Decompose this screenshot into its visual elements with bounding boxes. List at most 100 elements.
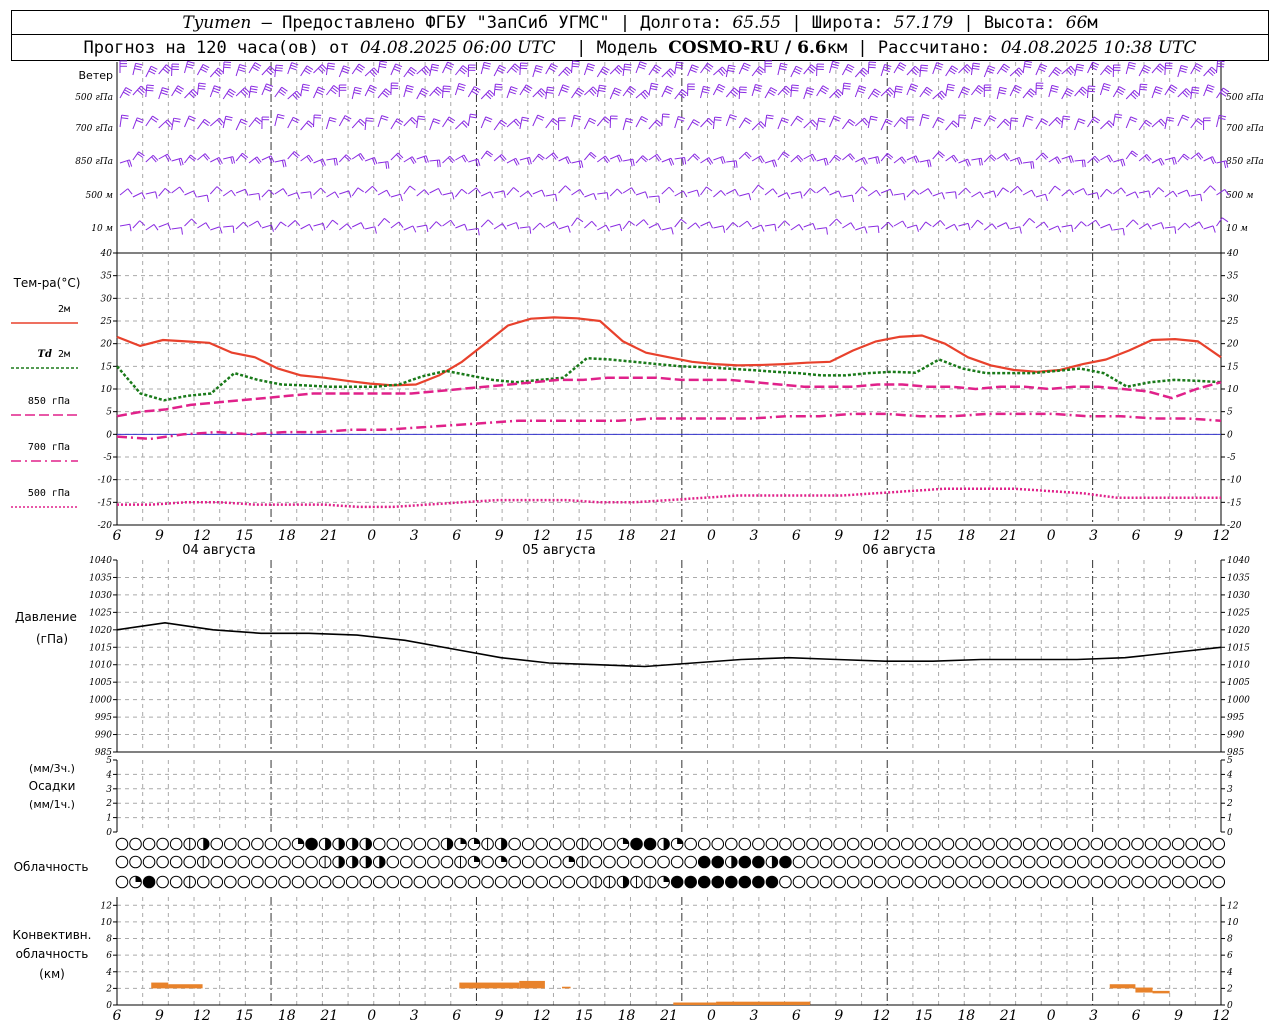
- wind-barb-flag: [1122, 228, 1125, 236]
- wind-barb-flag: [572, 63, 580, 65]
- wind-barb-flag: [1062, 118, 1070, 121]
- wind-barb-flag: [703, 85, 711, 89]
- wind-barb-flag: [458, 83, 466, 87]
- cloud-cover-circle: [548, 875, 562, 889]
- wind-barb: [1203, 185, 1211, 194]
- temp-x-tick: 9: [495, 528, 504, 544]
- conv-ytick-left: 6: [106, 951, 112, 961]
- temp-x-tick: 21: [999, 528, 1018, 544]
- wind-barb-flag: [250, 85, 258, 88]
- cloud-cover-mark: [298, 838, 304, 844]
- wind-barb-flag: [589, 117, 597, 122]
- meteogram-chart: Ветер 500 гПа 500 гПа 700 гПа 700 гПа 850 гПа…: [11, 60, 1264, 1024]
- cloud-cover-circle: [508, 855, 521, 869]
- wind-barb-flag: [895, 85, 903, 88]
- wind-barb: [597, 192, 608, 195]
- wind-barb-flag: [988, 65, 996, 69]
- wind-barb: [726, 160, 737, 163]
- wind-barb-flag: [418, 115, 426, 118]
- wind-barb-flag: [692, 121, 699, 126]
- wind-barb-flag: [782, 117, 789, 121]
- cloud-cover-circle: [1144, 875, 1158, 889]
- wind-barb-flag: [770, 87, 778, 92]
- wind-barb-flag: [482, 66, 490, 70]
- temp-x-tick: 12: [193, 528, 211, 544]
- wind-barb: [777, 85, 787, 96]
- wind-barb: [687, 119, 695, 131]
- cloud-cover-circle: [1049, 837, 1063, 851]
- wind-barb-flag: [572, 65, 580, 68]
- wind-barb-flag: [1081, 160, 1084, 168]
- wind-barb: [622, 85, 631, 97]
- wind-barb-flag: [864, 226, 868, 234]
- conv-x-tick: 21: [319, 1008, 338, 1024]
- wind-barb: [635, 191, 646, 196]
- wind-barb-flag: [1029, 217, 1036, 224]
- conv-x-tick: 18: [618, 1008, 636, 1024]
- wind-barb-flag: [722, 225, 726, 233]
- wind-barb-flag: [818, 120, 826, 123]
- wind-barb-flag: [598, 89, 606, 93]
- wind-barb-flag: [225, 115, 233, 119]
- wind-barb: [1100, 223, 1110, 229]
- wind-level-right: 700 гПа: [1226, 124, 1264, 134]
- wind-barb: [1022, 161, 1033, 164]
- temp-ytick-left: -15: [98, 498, 113, 508]
- cloud-cover-circle: [995, 855, 1009, 869]
- wind-barb-flag: [684, 157, 687, 165]
- wind-barb: [829, 89, 839, 99]
- wind-barb-flag: [921, 64, 929, 67]
- cloud-cover-circle: [400, 855, 413, 869]
- wind-barb-flag: [1010, 120, 1018, 122]
- wind-barb-flag: [1181, 116, 1189, 121]
- wind-barb-flag: [1115, 113, 1123, 116]
- wind-barb: [1022, 115, 1028, 128]
- precip-ytick-right: 5: [1227, 756, 1233, 766]
- cloud-cover-circle: [278, 875, 291, 889]
- wind-barb-flag: [791, 84, 799, 87]
- wind-barb-flag: [702, 90, 710, 94]
- wind-barb: [1022, 61, 1026, 74]
- wind-barb: [467, 187, 477, 195]
- wind-barb-flag: [1128, 61, 1137, 65]
- wind-barb-flag: [972, 65, 980, 68]
- wind-barb-flag: [343, 117, 351, 122]
- wind-barb: [1125, 150, 1133, 160]
- wind-barb-flag: [650, 85, 658, 88]
- wind-barb-flag: [232, 225, 235, 233]
- wind-barb-flag: [495, 86, 503, 88]
- cloud-cover-circle: [792, 837, 806, 851]
- wind-barb: [945, 191, 956, 194]
- cloud-cover-circle: [535, 875, 549, 889]
- wind-barb-flag: [877, 156, 881, 164]
- wind-barb: [674, 89, 683, 100]
- wind-barb-flag: [1063, 115, 1071, 118]
- cloud-cover-circle: [237, 875, 251, 889]
- cloud-cover-circle: [156, 837, 169, 851]
- wind-barb-flag: [280, 221, 287, 227]
- temp-x-tick: 9: [834, 528, 843, 544]
- temp-ytick-left: 40: [100, 249, 113, 259]
- wind-barb-flag: [599, 84, 607, 87]
- cloud-cover-circle: [156, 855, 169, 869]
- conv-x-tick: 3: [410, 1008, 419, 1024]
- wind-barb-flag: [1024, 65, 1032, 69]
- wind-barb-flag: [420, 90, 428, 95]
- wind-barb: [932, 192, 943, 197]
- wind-barb-flag: [282, 188, 288, 195]
- wind-barb-flag: [302, 83, 310, 87]
- wind-barb-flag: [845, 68, 852, 73]
- wind-barb: [803, 188, 811, 197]
- wind-barb-flag: [348, 190, 352, 198]
- wind-barb-flag: [487, 219, 494, 226]
- cloud-cover-circle: [819, 837, 833, 851]
- wind-barb-flag: [825, 158, 829, 166]
- wind-barb-flag: [1054, 185, 1061, 191]
- wind-barb-flag: [252, 66, 259, 72]
- wind-barb-flag: [1205, 89, 1213, 93]
- wind-barb: [1061, 189, 1070, 197]
- conv-x-tick: 21: [999, 1008, 1018, 1024]
- legend-label: 2м: [58, 304, 70, 315]
- wind-barb: [1048, 117, 1058, 127]
- cloud-cover-circle: [156, 875, 169, 889]
